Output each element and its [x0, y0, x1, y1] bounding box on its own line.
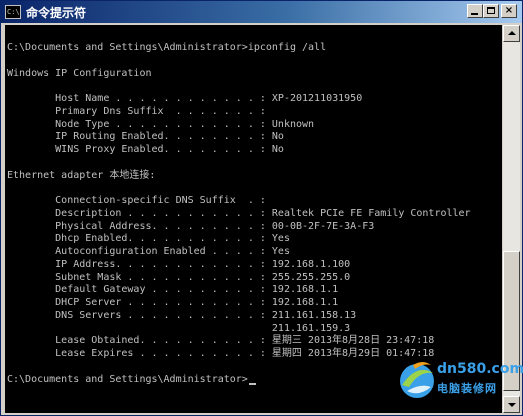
console-line: Connection-specific DNS Suffix . : [7, 195, 266, 206]
text-cursor [248, 382, 256, 385]
console-line: Lease Expires . . . . . . . . . . : 星期四 … [7, 348, 435, 359]
minimize-button[interactable] [467, 4, 483, 18]
console-line: WINS Proxy Enabled. . . . . . . . : No [7, 144, 284, 155]
minimize-icon [471, 13, 478, 15]
console-line: Host Name . . . . . . . . . . . . : XP-2… [7, 93, 363, 104]
console-line: Subnet Mask . . . . . . . . . . . : 255.… [7, 271, 351, 283]
command-prompt-line: C:\Documents and Settings\Administrator> [7, 373, 256, 386]
title-bar[interactable]: C:\ 命令提示符 × [1, 1, 522, 23]
console-app-icon[interactable]: C:\ [5, 5, 21, 19]
command-prompt-window: C:\ 命令提示符 × C:\Documents and Settings\Ad… [0, 0, 523, 416]
console-line: Autoconfiguration Enabled . . . . : Yes [7, 246, 290, 257]
console-line: IP Routing Enabled. . . . . . . . : No [7, 131, 284, 143]
watermark-domain: dn580.com [437, 361, 523, 377]
close-icon: × [504, 5, 514, 16]
console-line: Description . . . . . . . . . . . : Real… [7, 207, 471, 219]
close-button[interactable]: × [501, 4, 517, 18]
console-line: Physical Address. . . . . . . . . : 00-0… [7, 220, 375, 232]
site-watermark: dn580.com 电脑装修网 [397, 355, 523, 405]
console-line: Primary Dns Suffix . . . . . . . : [7, 105, 266, 117]
console-line: DHCP Server . . . . . . . . . . . : 192.… [7, 297, 339, 308]
watermark-site-name: 电脑装修网 [437, 382, 497, 395]
console-line: Ethernet adapter 本地连接: [7, 169, 156, 181]
console-line: Lease Obtained. . . . . . . . . . : 星期三 … [7, 335, 435, 347]
console-line: 211.161.159.3 [7, 322, 351, 334]
console-line: DNS Servers . . . . . . . . . . . : 211.… [7, 309, 357, 321]
console-line: C:\Documents and Settings\Administrator>… [7, 42, 327, 53]
dn580-logo-icon [400, 362, 434, 398]
console-line: Windows IP Configuration [7, 67, 152, 79]
console-line: Default Gateway . . . . . . . . . : 192.… [7, 284, 339, 296]
scroll-up-button[interactable] [503, 25, 520, 42]
console-line: IP Address. . . . . . . . . . . . : 192.… [7, 258, 351, 270]
maximize-button[interactable] [483, 4, 499, 18]
console-line: Dhcp Enabled. . . . . . . . . . . : Yes [7, 233, 290, 245]
scroll-up-arrow-icon [508, 31, 516, 35]
console-line: Node Type . . . . . . . . . . . . : Unkn… [7, 118, 315, 130]
maximize-icon [487, 7, 495, 14]
window-title: 命令提示符 [26, 6, 87, 20]
